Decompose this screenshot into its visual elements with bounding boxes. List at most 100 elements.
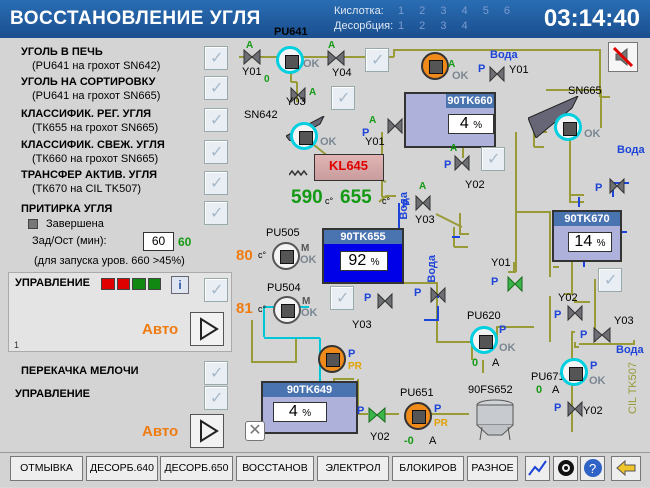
process-diagram: A Y01 0 PU641 OK A Y04 Y03 A SN642 OK A … [234,26,650,450]
valve-icon[interactable] [386,117,404,135]
mixer-motor-icon[interactable] [318,345,346,373]
pump-icon[interactable] [404,402,432,430]
acid-numbers: 1 2 3 4 5 6 [398,5,516,17]
row-subtitle: (PU641 на грохот SN642) [32,60,161,72]
p-label: P [499,324,507,336]
valve-icon[interactable] [414,194,432,212]
temperature-value: 590 [291,187,323,208]
row-checkbox[interactable] [204,76,228,100]
tank-name: 90TK649 [263,383,356,397]
mixer-motor-icon[interactable] [421,52,449,80]
pump-label: PU641 [274,26,308,38]
page-title: ВОССТАНОВЛЕНИЕ УГЛЯ [10,8,261,29]
toolbar-button[interactable]: ДЕСОРБ.650 [160,456,233,481]
valve-icon[interactable] [608,177,626,195]
p-label: P [364,292,372,304]
tank-tk655: 90TK655 92 % [322,228,404,284]
toolbar-button[interactable]: РАЗНОЕ [467,456,518,481]
valve-icon[interactable] [367,406,387,424]
chart-button[interactable] [525,456,550,481]
water-label: Вода [616,344,644,356]
valve-label: Y02 [558,292,578,304]
water-label: Вода [490,49,518,61]
valve-icon[interactable] [592,326,612,344]
pr-label: PR [348,361,362,372]
p-label: P [478,63,486,75]
settings-button[interactable] [553,456,578,481]
auto-label: Авто [142,321,179,338]
play-button[interactable] [190,312,224,346]
row-checkbox[interactable] [204,140,228,164]
sound-off-button[interactable] [608,42,638,72]
toolbar-button[interactable]: ВОССТАНОВ [236,456,314,481]
tank-level: 14 % [568,232,612,252]
pritirka-checkbox[interactable] [204,201,228,225]
valve-icon[interactable] [429,286,447,304]
toolbar-button[interactable]: БЛОКИРОВ [392,456,464,481]
toolbar-button[interactable]: ДЕСОРБ.640 [86,456,158,481]
valve-icon[interactable] [488,65,506,83]
degree-label: c° [325,196,334,206]
tank-tk670: 90TK670 14 % [552,210,622,262]
info-icon[interactable]: i [171,276,189,294]
p-label: P [414,287,422,299]
valve-icon[interactable] [326,49,346,67]
status-ok: OK [303,58,320,70]
pump-icon[interactable] [273,296,301,324]
row-checkbox[interactable] [204,171,228,195]
screen: ВОССТАНОВЛЕНИЕ УГЛЯ Кислотка: Десорбция:… [0,0,650,487]
tank-level: 92 % [340,251,388,271]
valve-icon[interactable] [376,292,394,310]
status-light [132,278,146,290]
checkbox[interactable] [481,147,505,171]
p-label: P [595,182,603,194]
back-button[interactable] [611,456,641,481]
pump-icon[interactable] [470,326,498,354]
pritirka-title: ПРИТИРКА УГЛЯ [21,203,113,215]
valve-state: A [450,143,458,154]
checkbox[interactable] [331,86,355,110]
valve-icon[interactable] [566,304,584,322]
tank-unit: % [302,408,312,419]
checkbox[interactable] [365,48,389,72]
completed-label: Завершена [46,218,104,230]
valve-state: A [246,40,254,51]
zad-input[interactable]: 60 [143,232,174,251]
checkbox[interactable] [598,268,622,292]
help-button[interactable]: ? [580,456,605,481]
p-label: P [554,309,562,321]
tank-value: 4 [459,115,469,132]
zad-current: 60 [178,235,192,249]
control2-checkbox[interactable] [204,386,228,410]
toolbar-button[interactable]: ОТМЫВКА [10,456,83,481]
pump-icon[interactable] [276,46,304,74]
play-button-2[interactable] [190,414,224,448]
pump-icon[interactable] [560,358,588,386]
close-icon[interactable]: ✕ [245,421,265,441]
valve-icon[interactable] [506,275,524,293]
perekachka-checkbox[interactable] [204,361,228,385]
valve-icon[interactable] [566,400,584,418]
valve-label: Y03 [286,96,306,108]
status-ok: OK [301,307,318,319]
pump-icon[interactable] [272,242,300,270]
tank-name: 90TK660 [446,94,494,108]
p-label: P [580,329,588,341]
desorb-label: Десорбция: [334,20,394,32]
control-checkbox[interactable] [204,278,228,302]
row-checkbox[interactable] [204,108,228,132]
row-checkbox[interactable] [204,46,228,70]
tank-value: 92 [348,252,367,269]
valve-icon[interactable] [453,154,471,172]
degree-label: c° [258,250,267,260]
valve-label: Y04 [332,67,352,79]
kiln-label: KL645 [329,158,369,173]
pump-icon[interactable] [554,113,582,141]
toolbar-button[interactable]: ЭЛЕКТРОЛ [317,456,389,481]
control-label: УПРАВЛЕНИЕ [15,277,90,289]
tank-tk660: 90TK660 4 % [404,92,496,148]
pump-value: 0 [536,384,543,396]
degree-label: c° [258,304,267,314]
pump-icon[interactable] [290,122,318,150]
checkbox[interactable] [330,286,354,310]
